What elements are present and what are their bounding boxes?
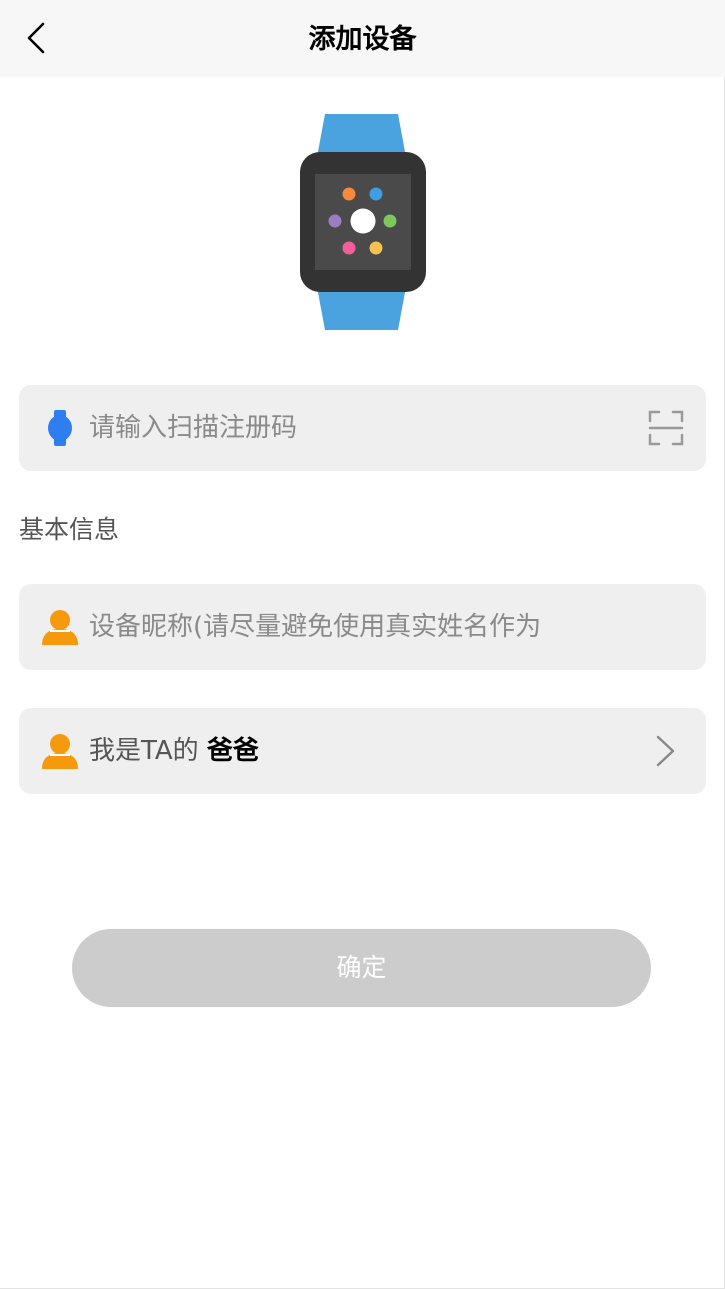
- register-code-field[interactable]: 请输入扫描注册码: [19, 385, 706, 471]
- relation-value: 爸爸: [206, 736, 259, 766]
- section-label-basic-info: 基本信息: [19, 515, 120, 544]
- page-title: 添加设备: [308, 24, 417, 55]
- header-bar: 添加设备: [0, 0, 725, 77]
- nickname-input[interactable]: 设备昵称(请尽量避免使用真实姓名作为: [89, 584, 599, 670]
- person-icon: [41, 608, 79, 646]
- nickname-field[interactable]: 设备昵称(请尽量避免使用真实姓名作为: [19, 584, 706, 670]
- relation-text: 我是TA的 爸爸: [89, 708, 259, 794]
- relation-selector[interactable]: 我是TA的 爸爸: [19, 708, 706, 794]
- person-icon: [41, 732, 79, 770]
- register-code-input[interactable]: 请输入扫描注册码: [89, 385, 599, 471]
- scan-icon[interactable]: [648, 410, 684, 446]
- chevron-right-icon: [656, 735, 675, 767]
- relation-prefix: 我是TA的: [89, 736, 199, 766]
- confirm-button[interactable]: 确定: [72, 929, 651, 1007]
- watch-icon: [41, 409, 79, 447]
- smartwatch-icon: [300, 114, 426, 330]
